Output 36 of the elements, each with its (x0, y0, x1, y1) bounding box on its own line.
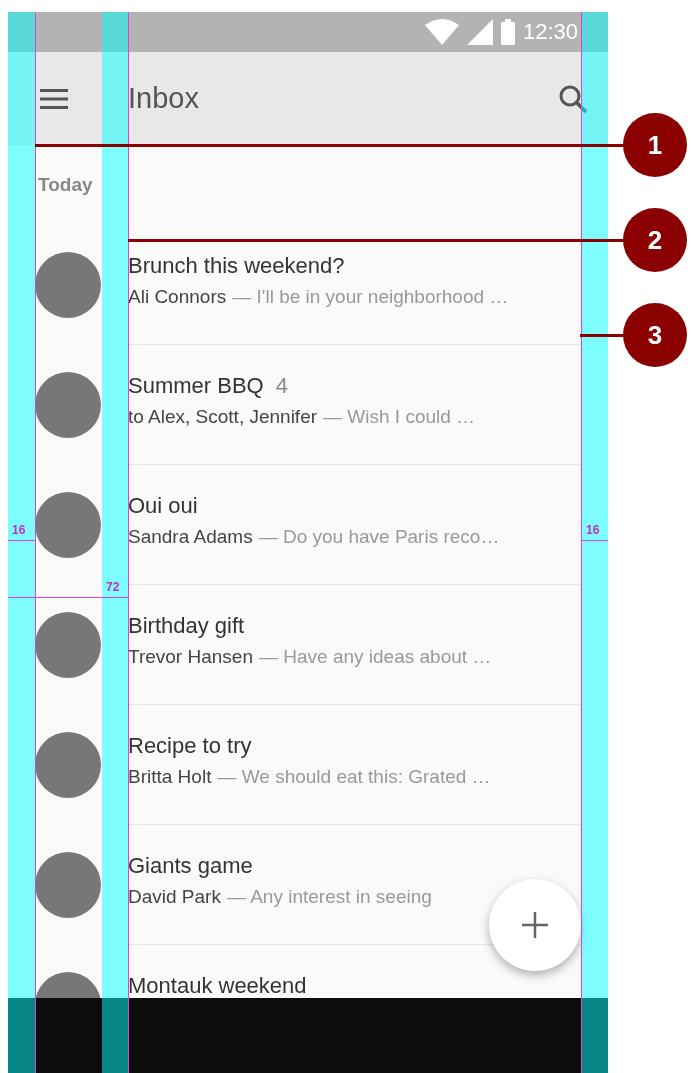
message-preview: — Do you have Paris reco… (258, 526, 500, 548)
section-header: Today (38, 174, 93, 196)
margin-measure: 16 (12, 523, 26, 537)
message-preview: — Wish I could … (323, 406, 476, 428)
signal-icon (466, 19, 493, 45)
message-preview: — We should eat this: Grated … (217, 766, 491, 788)
message-subject: Montauk weekend (128, 974, 307, 998)
message-sender: to Alex, Scott, Jennifer (128, 406, 318, 428)
message-subject: Brunch this weekend? (128, 254, 345, 278)
message-subject: Oui oui (128, 494, 198, 518)
inset-measure: 72 (106, 580, 120, 594)
callout-marker: 3 (623, 303, 687, 367)
plus-icon (522, 912, 548, 938)
message-subject: Giants game (128, 854, 253, 878)
leader-line (580, 334, 625, 337)
message-preview: — I'll be in your neighborhood … (232, 286, 509, 308)
message-sender: Sandra Adams (128, 526, 253, 548)
status-time: 12:30 (522, 19, 578, 45)
message-subject: Birthday gift (128, 614, 245, 638)
message-subject: Summer BBQ (128, 374, 264, 398)
message-sender: David Park (128, 886, 221, 908)
message-sender: Ali Connors (128, 286, 227, 308)
message-preview: — Any interest in seeing (226, 886, 432, 908)
message-count: 4 (275, 374, 288, 398)
callout-marker: 1 (623, 113, 687, 177)
menu-icon[interactable] (40, 88, 68, 109)
message-sender: Trevor Hansen (128, 646, 253, 668)
wifi-icon (424, 19, 459, 45)
search-icon[interactable] (558, 83, 588, 114)
message-subject: Recipe to try (128, 734, 252, 758)
callout-marker: 2 (623, 208, 687, 272)
message-preview: — Have any ideas about … (258, 646, 492, 668)
battery-icon (500, 19, 515, 45)
app-title: Inbox (128, 82, 200, 115)
margin-measure: 16 (586, 523, 600, 537)
message-sender: Britta Holt (128, 766, 212, 788)
